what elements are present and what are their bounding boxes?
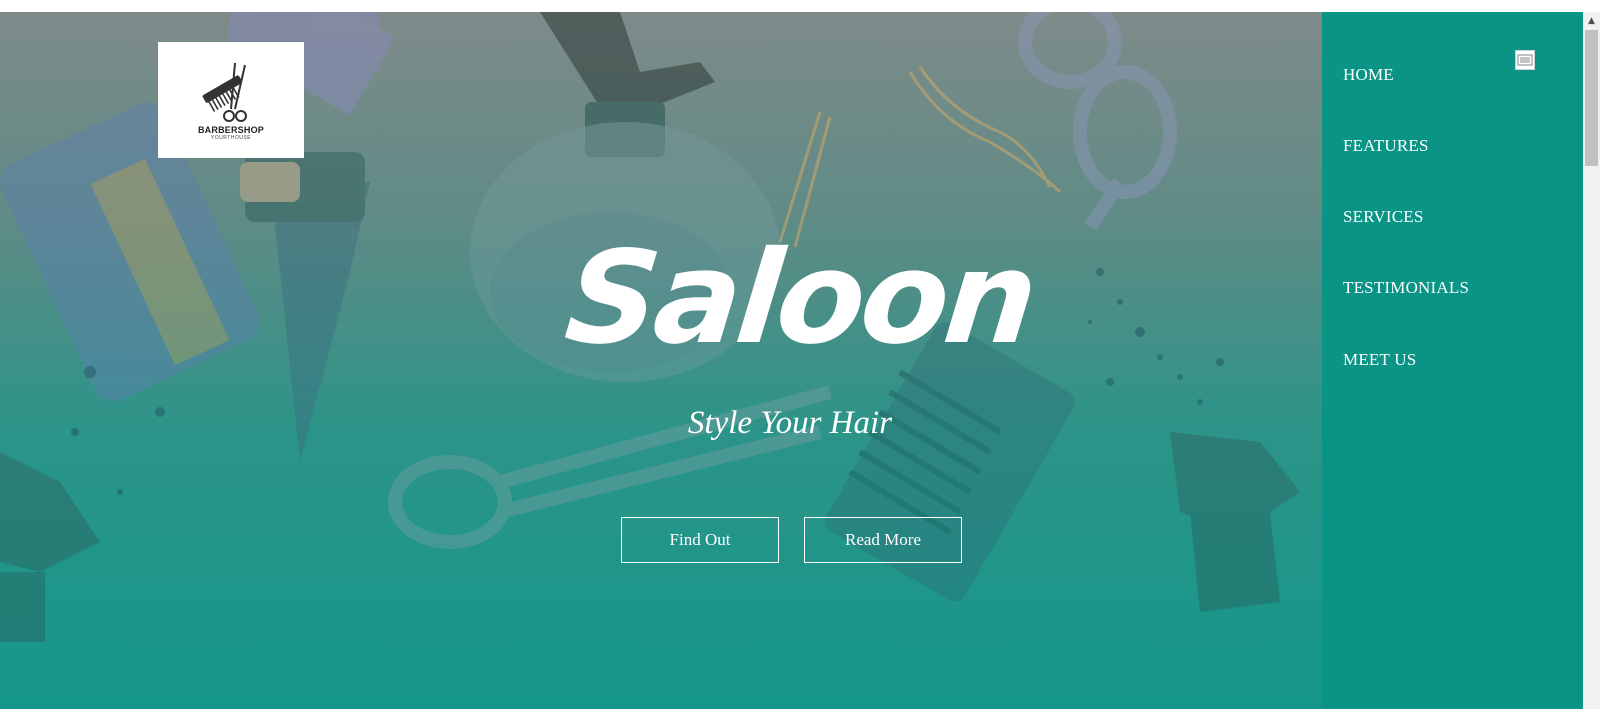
hero-title: Saloon: [559, 224, 1041, 373]
site-logo[interactable]: BARBERSHOP YOURTHOUSE: [158, 42, 304, 158]
find-out-button[interactable]: Find Out: [621, 517, 779, 563]
browser-top-strip: [0, 0, 1600, 12]
read-more-button[interactable]: Read More: [804, 517, 962, 563]
hero-title-container: Saloon: [559, 224, 1041, 384]
logo-subtitle: YOURTHOUSE: [210, 135, 252, 141]
nav-item-home[interactable]: HOME: [1343, 65, 1394, 85]
nav-item-meet-us[interactable]: MEET US: [1343, 350, 1416, 370]
nav-item-testimonials[interactable]: TESTIMONIALS: [1343, 278, 1469, 298]
close-icon: [1517, 54, 1533, 66]
scroll-up-arrow-icon[interactable]: ▲: [1583, 12, 1600, 29]
side-navigation: HOME FEATURES SERVICES TESTIMONIALS MEET…: [1322, 12, 1583, 709]
close-menu-button[interactable]: [1515, 50, 1535, 70]
hero-subtitle: Style Your Hair: [687, 405, 893, 441]
logo-title: BARBERSHOP: [197, 125, 264, 135]
comb-scissors-icon: [202, 62, 247, 122]
scroll-thumb[interactable]: [1585, 30, 1598, 166]
page-scrollbar[interactable]: ▲: [1583, 12, 1600, 709]
nav-item-features[interactable]: FEATURES: [1343, 136, 1429, 156]
hero-section: BARBERSHOP YOURTHOUSE Saloon Style Your …: [0, 12, 1322, 709]
nav-item-services[interactable]: SERVICES: [1343, 207, 1424, 227]
